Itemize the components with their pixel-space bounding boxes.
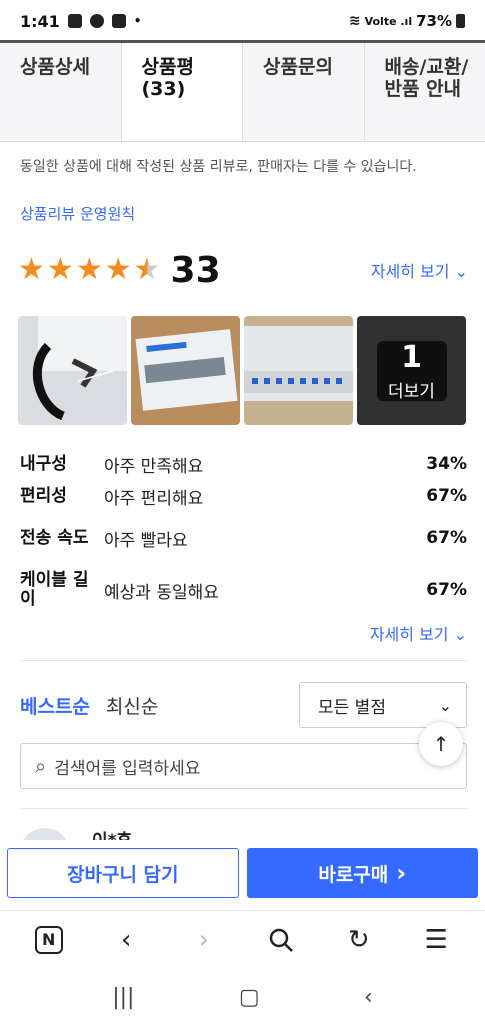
rating-summary: ★ ★ ★ ★ ★ 33 자세히 보기 ⌄: [18, 248, 468, 292]
survey-detail-link[interactable]: 자세히 보기 ⌄: [370, 621, 467, 645]
browser-toolbar: N ‹ › ↻ ☰: [0, 910, 485, 968]
search-icon: ⌕: [35, 754, 47, 778]
survey-percent: 67%: [426, 486, 467, 506]
review-count: 33: [170, 249, 221, 291]
avatar: [20, 828, 70, 840]
survey-percent: 67%: [426, 580, 467, 600]
system-nav-bar: ||| ▢ ‹: [0, 970, 485, 1024]
survey-row: 내구성 아주 만족해요 34%: [20, 448, 467, 480]
browser-refresh-button[interactable]: ↻: [339, 920, 379, 960]
arrow-up-icon: ↑: [432, 732, 450, 756]
buy-label: 바로구매: [318, 863, 389, 886]
add-to-cart-button[interactable]: 장바구니 담기: [7, 848, 239, 898]
survey-question: 케이블 길이: [20, 570, 89, 609]
star-half-icon: ★: [133, 252, 161, 287]
wifi-icon: ≋: [348, 13, 361, 29]
refresh-icon: ↻: [347, 924, 370, 955]
star-icon: ★: [18, 252, 45, 287]
scroll-to-top-button[interactable]: ↑: [419, 722, 463, 766]
more-label: 더보기: [388, 381, 435, 402]
survey-row: 케이블 길이 예상과 동일해요 67%: [20, 564, 467, 616]
status-left: 1:41 •: [20, 12, 141, 31]
tab-inquiries[interactable]: 상품문의: [243, 43, 365, 141]
divider: [20, 660, 467, 661]
survey-question: 전송 속도: [20, 527, 89, 548]
review-notice: 동일한 상품에 대해 작성된 상품 리뷰로, 판매자는 다를 수 있습니다.: [20, 159, 417, 175]
review-photo[interactable]: [18, 316, 127, 425]
review-survey-summary: 내구성 아주 만족해요 34% 편리성 아주 편리해요 67% 전송 속도 아주…: [20, 448, 467, 616]
survey-row: 전송 속도 아주 빨라요 67%: [20, 512, 467, 564]
tab-label: 상품평 (33): [141, 56, 194, 100]
status-dot: •: [133, 14, 142, 28]
survey-answer: 아주 빨라요: [104, 530, 188, 551]
survey-question: 내구성: [20, 453, 67, 474]
survey-percent: 67%: [426, 528, 467, 548]
browser-search-button[interactable]: [261, 920, 301, 960]
review-photo[interactable]: [244, 316, 353, 425]
battery-text: 73%: [416, 12, 452, 30]
status-time: 1:41: [20, 11, 60, 31]
review-sort-row: 베스트순 최신순 모든 별점 ⌄: [20, 682, 467, 728]
battery-icon: [456, 14, 465, 28]
home-icon[interactable]: ▢: [239, 985, 260, 1010]
naver-home-icon: N: [34, 925, 63, 954]
photo-hub-image: [244, 316, 353, 425]
tab-product-detail[interactable]: 상품상세: [0, 43, 122, 141]
sort-latest-button[interactable]: 최신순: [106, 692, 158, 719]
network-indicator: Volte .ıl: [364, 14, 413, 28]
chevron-right-icon: ›: [396, 859, 407, 887]
survey-answer: 예상과 동일해요: [104, 582, 219, 603]
more-overlay: 1 더보기: [357, 316, 466, 425]
review-photo-strip: 1 더보기: [18, 316, 468, 426]
chevron-left-icon: ‹: [121, 924, 132, 955]
more-photo-count: 1: [401, 339, 422, 375]
review-photo[interactable]: [131, 316, 240, 425]
star-filter-value: 모든 별점: [318, 697, 386, 718]
app-b-icon: [89, 14, 104, 28]
survey-answer: 아주 편리해요: [104, 488, 204, 509]
status-right: ≋ Volte .ıl 73%: [349, 12, 465, 30]
product-tabs: 상품상세 상품평 (33) 상품문의 배송/교환/반품 안내: [0, 40, 485, 142]
back-icon[interactable]: ‹: [364, 985, 373, 1010]
survey-question: 편리성: [20, 485, 67, 506]
star-icon: ★: [75, 252, 103, 287]
review-policy-link[interactable]: 상품리뷰 운영원칙: [20, 203, 135, 224]
review-search-input[interactable]: ⌕ 검색어를 입력하세요: [20, 743, 467, 789]
photo-cable-image: [18, 316, 127, 425]
purchase-bar: 장바구니 담기 바로구매 ›: [0, 840, 485, 906]
tab-reviews[interactable]: 상품평 (33): [121, 43, 243, 141]
cart-label: 장바구니 담기: [67, 863, 179, 886]
recent-apps-icon[interactable]: |||: [112, 985, 134, 1010]
photo-box-image: [131, 316, 240, 425]
survey-row: 편리성 아주 편리해요 67%: [20, 480, 467, 512]
sort-best-button[interactable]: 베스트순: [20, 692, 90, 719]
browser-forward-button[interactable]: ›: [184, 920, 224, 960]
review-photo-more[interactable]: 1 더보기: [357, 316, 466, 425]
chevron-right-icon: ›: [198, 924, 209, 955]
review-item-peek: 이*후: [20, 822, 467, 840]
browser-home-button[interactable]: N: [29, 920, 69, 960]
chevron-down-icon: ⌄: [438, 695, 452, 715]
tab-shipping-returns[interactable]: 배송/교환/반품 안내: [364, 43, 485, 141]
search-placeholder: 검색어를 입력하세요: [54, 758, 201, 779]
star-icon: ★: [46, 252, 74, 287]
tab-label: 배송/교환/반품 안내: [384, 56, 469, 100]
status-bar: 1:41 • ≋ Volte .ıl 73%: [0, 0, 485, 42]
rating-detail-link[interactable]: 자세히 보기 ⌄: [371, 258, 468, 282]
divider: [20, 808, 467, 809]
tab-label: 상품문의: [263, 56, 333, 78]
rating-stars: ★ ★ ★ ★ ★: [18, 255, 161, 285]
browser-back-button[interactable]: ‹: [106, 920, 146, 960]
survey-answer: 아주 만족해요: [104, 456, 204, 477]
star-icon: ★: [104, 252, 132, 287]
browser-menu-button[interactable]: ☰: [416, 920, 456, 960]
app-hex-icon: [111, 14, 126, 28]
tab-label: 상품상세: [20, 56, 90, 78]
buy-now-button[interactable]: 바로구매 ›: [246, 848, 478, 898]
reviewer-name: 이*후: [92, 826, 132, 840]
gallery-icon: [67, 14, 82, 28]
menu-icon: ☰: [424, 924, 448, 955]
survey-percent: 34%: [426, 454, 467, 474]
search-icon: [270, 928, 294, 952]
